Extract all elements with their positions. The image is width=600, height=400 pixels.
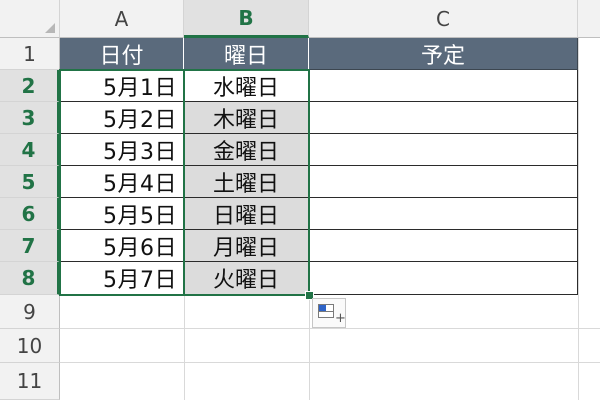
- cell-b4[interactable]: 金曜日: [184, 134, 309, 166]
- gridline: [184, 295, 185, 400]
- row-header-7[interactable]: 7: [0, 230, 60, 262]
- cell-c4[interactable]: [309, 134, 578, 166]
- cell-b5[interactable]: 土曜日: [184, 166, 309, 198]
- column-header-b[interactable]: B: [184, 0, 309, 38]
- row-header-5[interactable]: 5: [0, 166, 60, 198]
- cell-c5[interactable]: [309, 166, 578, 198]
- cell-b6[interactable]: 日曜日: [184, 198, 309, 230]
- cell-b8[interactable]: 火曜日: [184, 262, 309, 295]
- cell-a4[interactable]: 5月3日: [60, 134, 184, 166]
- cell-b1[interactable]: 曜日: [184, 38, 309, 70]
- row-header-11[interactable]: 11: [0, 363, 60, 400]
- cell-c6[interactable]: [309, 198, 578, 230]
- autofill-options-button[interactable]: +: [312, 298, 346, 328]
- cell-a3[interactable]: 5月2日: [60, 102, 184, 134]
- row-header-6[interactable]: 6: [0, 198, 60, 230]
- cell-c3[interactable]: [309, 102, 578, 134]
- cell-a8[interactable]: 5月7日: [60, 262, 184, 295]
- select-all-icon: [45, 23, 55, 33]
- select-all-button[interactable]: [0, 0, 60, 38]
- gridline: [60, 328, 600, 329]
- row-header-9[interactable]: 9: [0, 295, 60, 329]
- cell-c1[interactable]: 予定: [309, 38, 578, 70]
- column-header-d[interactable]: [578, 0, 600, 38]
- row-header-3[interactable]: 3: [0, 102, 60, 134]
- plus-icon: +: [335, 311, 346, 326]
- cell-a6[interactable]: 5月5日: [60, 198, 184, 230]
- row-header-4[interactable]: 4: [0, 134, 60, 166]
- cell-a5[interactable]: 5月4日: [60, 166, 184, 198]
- cell-b3[interactable]: 木曜日: [184, 102, 309, 134]
- row-header-1[interactable]: 1: [0, 38, 60, 70]
- cell-c2[interactable]: [309, 70, 578, 102]
- cell-a2[interactable]: 5月1日: [60, 70, 184, 102]
- cell-a7[interactable]: 5月6日: [60, 230, 184, 262]
- table-left-border: [59, 70, 61, 295]
- gridline: [309, 295, 310, 400]
- column-header-c[interactable]: C: [309, 0, 578, 38]
- cell-b7[interactable]: 月曜日: [184, 230, 309, 262]
- row-header-10[interactable]: 10: [0, 329, 60, 363]
- column-header-a[interactable]: A: [60, 0, 184, 38]
- row-header-8[interactable]: 8: [0, 262, 60, 295]
- cell-c8[interactable]: [309, 262, 578, 295]
- autofill-options-icon: [318, 304, 334, 318]
- gridline: [60, 362, 600, 363]
- cell-a1[interactable]: 日付: [60, 38, 184, 70]
- row-header-2[interactable]: 2: [0, 70, 60, 102]
- cell-b2[interactable]: 水曜日: [184, 70, 309, 102]
- gridline: [578, 38, 579, 400]
- cell-c7[interactable]: [309, 230, 578, 262]
- spreadsheet-grid: A B C 1 2 3 4 5 6 7 8 9 10 11 日付 曜日 予定 5…: [0, 0, 600, 400]
